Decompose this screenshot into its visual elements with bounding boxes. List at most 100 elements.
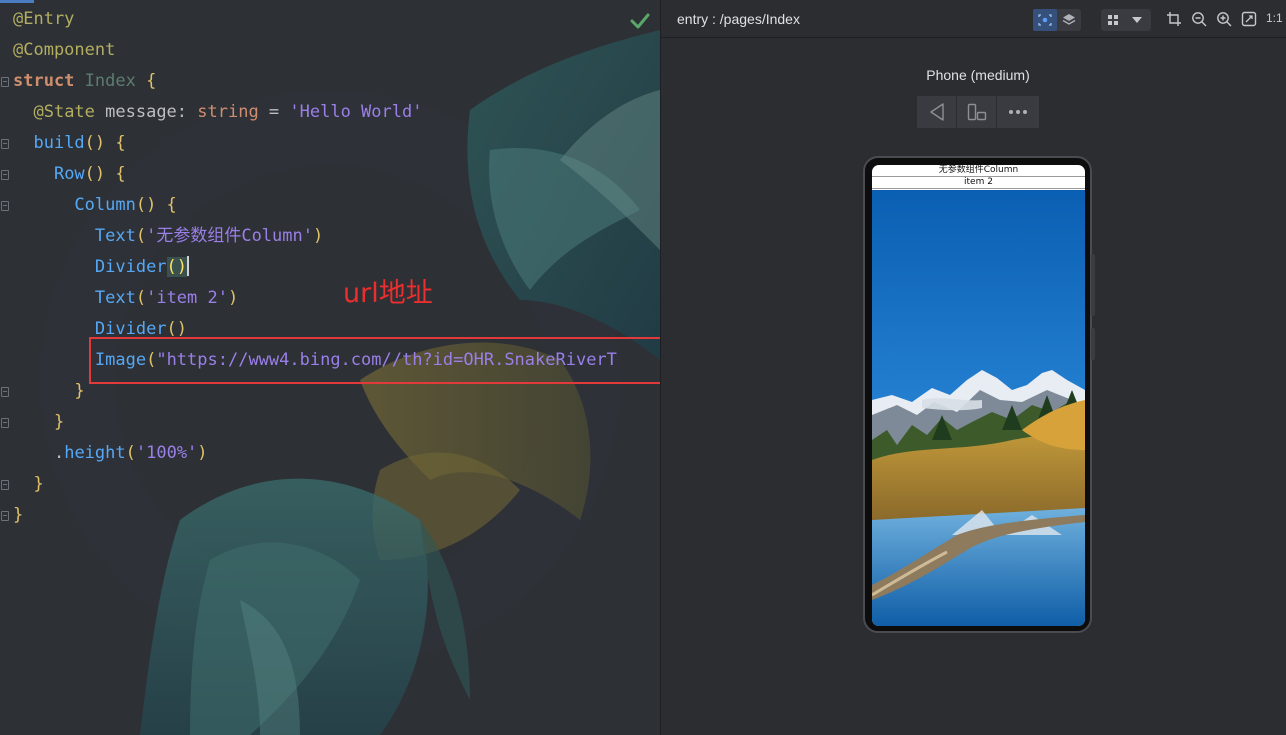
phone-frame: 无参数组件Column item 2 [863, 156, 1095, 633]
text-caret [187, 256, 190, 276]
mountain-lake-image [872, 190, 1085, 626]
code-line[interactable]: struct Index { [13, 66, 617, 97]
dropdown-button[interactable] [1125, 9, 1149, 31]
check-icon [630, 13, 650, 29]
code-token: Text [94, 226, 136, 246]
code-token: '100%' [135, 443, 198, 463]
code-token: 'Hello World' [289, 102, 423, 122]
code-token: ) [227, 288, 239, 308]
code-line[interactable]: Text('item 2') [13, 283, 617, 314]
code-token: () { [84, 164, 126, 184]
screen-text-item2: item 2 [964, 177, 993, 187]
actual-size-icon[interactable]: 1:1 [1266, 11, 1283, 25]
code-token: Text [94, 288, 136, 308]
code-token: @Component [13, 40, 116, 60]
code-lines[interactable]: @Entry @Component struct Index { @State me… [13, 4, 617, 531]
code-token: string [197, 102, 269, 122]
code-token: Divider [94, 319, 167, 339]
inspect-toggle-group [1033, 9, 1081, 31]
code-line[interactable]: Row() { [13, 159, 617, 190]
layout-dropdown[interactable] [1101, 9, 1151, 31]
code-token: ( [135, 288, 147, 308]
fold-icon[interactable] [1, 511, 9, 521]
previewer-header: entry : /pages/Index 1:1 [661, 0, 1286, 38]
fold-icon[interactable] [1, 170, 9, 180]
device-nav-bar [917, 96, 1039, 128]
code-line[interactable]: Text('无参数组件Column') [13, 221, 617, 252]
device-label: Phone (medium) [926, 67, 1030, 83]
code-token: } [74, 381, 85, 401]
code-editor[interactable]: @Entry @Component struct Index { @State me… [0, 0, 660, 735]
code-line[interactable]: Column() { [13, 190, 617, 221]
code-line[interactable]: } [13, 469, 617, 500]
code-token: ) [197, 443, 208, 463]
crop-icon[interactable] [1166, 11, 1182, 27]
code-token: message: [105, 102, 198, 122]
code-line[interactable]: .height('100%') [13, 438, 617, 469]
previewer-title: entry : /pages/Index [677, 11, 800, 27]
layers-button[interactable] [1057, 9, 1081, 31]
phone-screen[interactable]: 无参数组件Column item 2 [872, 165, 1085, 626]
power-button [1091, 328, 1095, 360]
code-token: = [268, 102, 290, 122]
code-token: height [64, 443, 126, 463]
layers-icon [1062, 14, 1076, 25]
screen-divider [872, 188, 1085, 189]
code-line[interactable]: @State message: string = 'Hello World' [13, 97, 617, 128]
code-token: build [33, 133, 85, 153]
volume-button [1091, 254, 1095, 316]
editor-gutter [0, 0, 12, 735]
fold-icon[interactable] [1, 418, 9, 428]
back-button[interactable] [917, 96, 957, 128]
code-token: ( [135, 226, 147, 246]
code-token: Index [84, 71, 147, 91]
code-line[interactable]: Divider() [13, 252, 617, 283]
highlight-box [89, 337, 660, 384]
code-line[interactable]: } [13, 407, 617, 438]
rotate-device-icon [967, 103, 986, 121]
code-token: () { [135, 195, 177, 215]
previewer-panel: entry : /pages/Index 1:1 Phone (medium) … [660, 0, 1286, 735]
code-token: 'item 2' [146, 288, 228, 308]
inspect-button[interactable] [1033, 9, 1057, 31]
code-line[interactable]: @Entry [13, 4, 617, 35]
inspect-icon [1038, 14, 1052, 26]
more-icon [1009, 110, 1027, 114]
fold-icon[interactable] [1, 77, 9, 87]
code-token: . [53, 443, 65, 463]
grid-button[interactable] [1101, 9, 1125, 31]
fold-icon[interactable] [1, 480, 9, 490]
code-token: } [53, 412, 65, 432]
code-line[interactable]: build() { [13, 128, 617, 159]
code-token: Row [53, 164, 85, 184]
code-token: @State [33, 102, 106, 122]
code-token: () [166, 319, 188, 339]
zoom-in-icon[interactable] [1216, 11, 1232, 27]
code-token: ) [312, 226, 324, 246]
grid-icon [1108, 15, 1118, 25]
zoom-out-icon[interactable] [1191, 11, 1207, 27]
fold-icon[interactable] [1, 201, 9, 211]
code-token: { [146, 71, 157, 91]
rotate-button[interactable] [957, 96, 997, 128]
code-token: Column [74, 195, 136, 215]
screen-text-column: 无参数组件Column [938, 165, 1019, 175]
code-token: Divider [94, 257, 167, 277]
code-line[interactable]: } [13, 500, 617, 531]
code-line[interactable]: @Component [13, 35, 617, 66]
fold-icon[interactable] [1, 139, 9, 149]
fold-icon[interactable] [1, 387, 9, 397]
ide-window: @Entry @Component struct Index { @State me… [0, 0, 1286, 735]
more-button[interactable] [997, 96, 1039, 128]
code-token: () [166, 257, 188, 277]
fit-screen-icon[interactable] [1241, 11, 1257, 27]
